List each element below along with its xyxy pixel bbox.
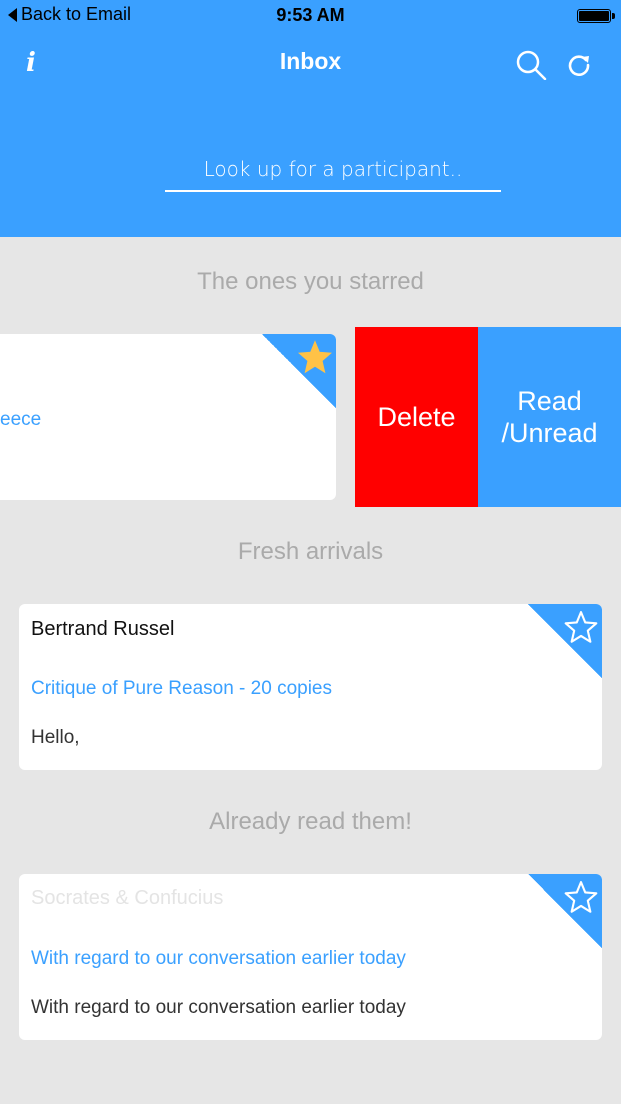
participant-search[interactable] (165, 150, 501, 192)
read-unread-button[interactable]: Read /Unread (478, 327, 621, 507)
email-subject: Critique of Pure Reason - 20 copies (31, 678, 332, 699)
email-sender: Bertrand Russel (31, 618, 175, 640)
star-filled-icon[interactable] (298, 340, 332, 374)
email-preview: With regard to our conversation earlier … (31, 997, 406, 1018)
star-corner[interactable] (262, 334, 336, 408)
email-preview: Hello, (31, 727, 80, 748)
fresh-section-heading: Fresh arrivals (237, 538, 384, 565)
search-icon[interactable] (515, 50, 547, 80)
read-email-card[interactable]: Socrates & Confucius With regard to our … (19, 874, 602, 1040)
star-outline-icon[interactable] (564, 610, 598, 644)
read-unread-label-line1: Read (517, 385, 582, 416)
app-header: Back to Email 9:53 AM i Inbox (0, 0, 621, 237)
star-corner[interactable] (528, 874, 602, 948)
star-outline-icon[interactable] (564, 880, 598, 914)
status-bar: Back to Email 9:53 AM (0, 0, 621, 30)
starred-section-heading: The ones you starred (197, 268, 424, 295)
read-section-heading: Already read them! (209, 808, 412, 835)
starred-email-card[interactable]: eece (0, 334, 336, 500)
fresh-email-card[interactable]: Bertrand Russel Critique of Pure Reason … (19, 604, 602, 770)
participant-search-input[interactable] (165, 150, 501, 188)
email-subject: eece (0, 409, 42, 430)
email-sender: Socrates & Confucius (31, 887, 224, 909)
email-subject: With regard to our conversation earlier … (31, 948, 406, 969)
delete-label: Delete (377, 401, 456, 432)
refresh-icon[interactable] (567, 52, 591, 76)
clock: 9:53 AM (276, 5, 345, 25)
battery-icon (577, 9, 615, 23)
delete-button[interactable]: Delete (355, 327, 478, 507)
star-corner[interactable] (528, 604, 602, 678)
read-unread-label-line2: /Unread (501, 418, 598, 448)
